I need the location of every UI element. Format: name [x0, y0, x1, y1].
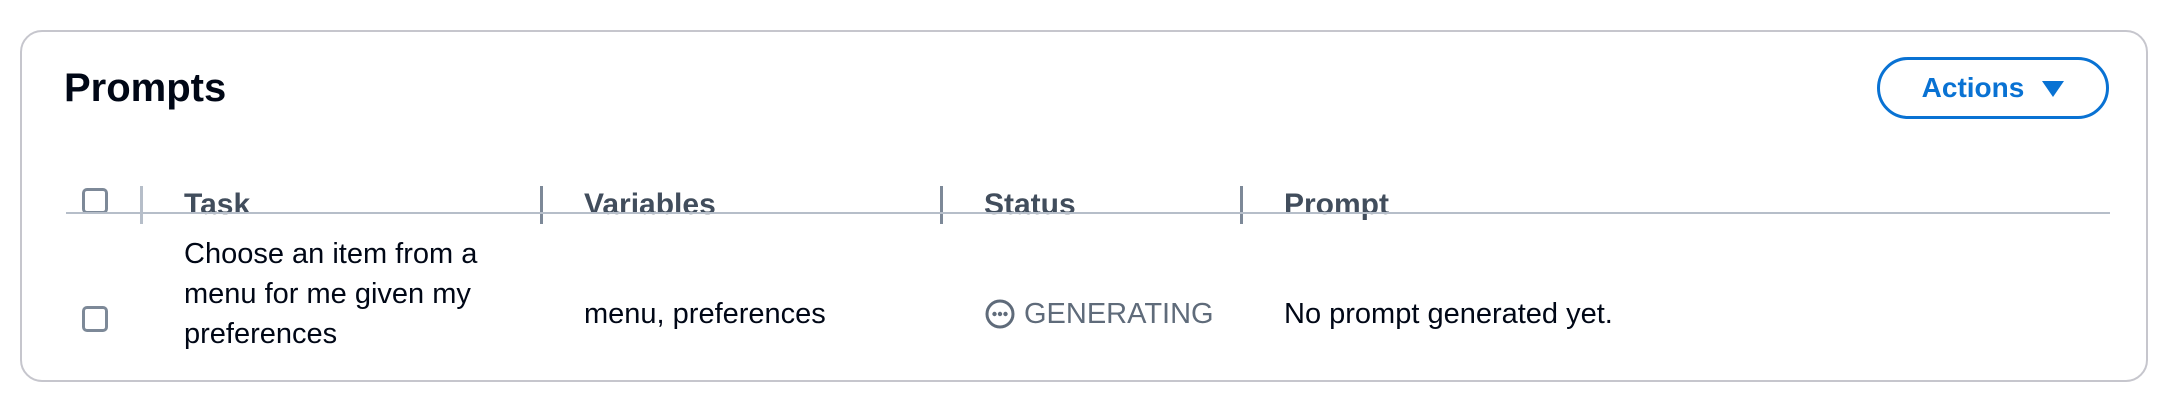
- column-divider: [140, 186, 143, 224]
- column-resize-handle-variables[interactable]: [940, 186, 943, 224]
- prompts-panel: Prompts Actions Task Variables Status Pr…: [20, 30, 2148, 382]
- column-resize-handle-task[interactable]: [540, 186, 543, 224]
- task-line: menu for me given my: [184, 278, 471, 310]
- ellipsis-circle-icon: [985, 299, 1015, 329]
- prompt-cell: No prompt generated yet.: [1284, 298, 1613, 330]
- column-resize-handle-status[interactable]: [1240, 186, 1243, 224]
- panel-title: Prompts: [64, 66, 227, 110]
- variables-cell: menu, preferences: [584, 298, 826, 330]
- row-checkbox[interactable]: [82, 306, 108, 332]
- task-line: Choose an item from a: [184, 238, 478, 270]
- actions-button[interactable]: Actions: [1877, 57, 2109, 119]
- status-text: GENERATING: [1024, 298, 1214, 330]
- column-header-status[interactable]: Status: [984, 190, 1076, 220]
- header-divider: [66, 212, 2110, 214]
- column-header-task[interactable]: Task: [184, 190, 250, 220]
- column-header-prompt[interactable]: Prompt: [1284, 190, 1389, 220]
- task-line: preferences: [184, 318, 338, 350]
- column-header-variables[interactable]: Variables: [584, 190, 716, 220]
- task-cell: Choose an item from a menu for me given …: [184, 234, 514, 354]
- select-all-checkbox[interactable]: [82, 188, 108, 214]
- caret-down-icon: [2042, 81, 2065, 97]
- status-indicator: GENERATING: [984, 294, 1214, 334]
- actions-button-label: Actions: [1921, 72, 2025, 103]
